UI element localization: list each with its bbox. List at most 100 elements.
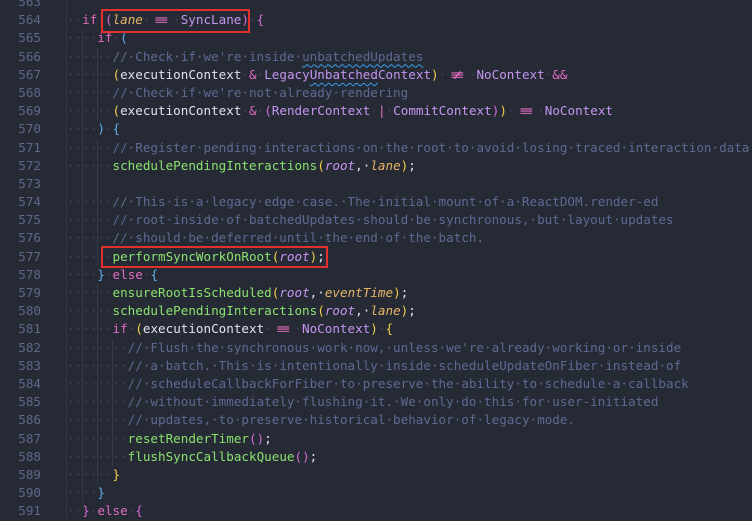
line-number[interactable]: 581 [0,320,41,338]
code-token: · [248,12,257,28]
code-line[interactable]: 580 ······schedulePendingInteractions(roo… [0,302,752,321]
code-line[interactable]: 589 ······} [0,465,752,485]
code-token: executionContext [120,103,242,119]
code-token: resetRenderTimer [127,430,249,446]
line-number[interactable]: 590 [0,484,41,502]
code-token: SyncLane [180,12,242,28]
line-number[interactable]: 566 [0,48,41,66]
line-number[interactable]: 583 [0,357,41,375]
code-line[interactable]: 577 ······performSyncWorkOnRoot(root); [0,247,752,266]
code-line[interactable]: 564 ··if·(lane· ≡ ·SyncLane)·{ [0,11,752,29]
code-line[interactable]: 576 ······//·should·be·deferred·until·the… [0,229,752,248]
code-line[interactable]: 566 ······//·Check·if·we're·inside·unbatc… [0,47,752,66]
code-editor[interactable]: 563 564 ··if·(lane· ≡ ·SyncLane)·{565 ····if·… [0,0,752,520]
code-line[interactable]: 574 ······//·This·is·a·legacy·edge·case.·… [0,193,752,212]
code-token: ; [408,157,416,173]
code-token: ,· [309,285,325,300]
code-token: ≡ [518,103,533,119]
code-line[interactable]: 573 [0,174,752,194]
line-number[interactable]: 578 [0,266,41,284]
line-number[interactable]: 579 [0,284,41,302]
line-number[interactable]: 574 [0,193,41,211]
code-token: { [112,121,121,137]
line-number[interactable]: 582 [0,339,41,357]
code-text: ········//·without·immediately·flushing·… [67,393,658,411]
code-text: ··}·else·{ [67,502,143,520]
line-number[interactable]: 564 [0,11,41,29]
code-token: schedulePendingInteractions [112,303,318,319]
code-token: //·root·inside·of·batchedUpdates·should·… [112,212,674,228]
code-line[interactable]: 565 ····if·( [0,29,752,48]
code-text: ······} [67,466,120,484]
line-number[interactable]: 575 [0,211,41,229]
code-line[interactable]: 584 ········//·scheduleCallbackForFiber·t… [0,374,752,394]
line-number[interactable]: 587 [0,430,41,448]
code-line[interactable]: 568 ······//·Check·if·we're·not·already·r… [0,83,752,103]
line-number[interactable]: 591 [0,502,41,520]
whitespace-dots: ······ [67,194,113,210]
line-number[interactable]: 584 [0,375,41,393]
whitespace-dots: ······ [67,303,113,319]
code-token: //·This·is·a·legacy·edge·case.·The·initi… [112,194,659,210]
code-line[interactable]: 575 ······//·root·inside·of·batchedUpdate… [0,211,752,230]
line-number[interactable]: 589 [0,466,41,484]
code-token: //·scheduleCallbackForFiber·to·preserve·… [127,375,689,391]
code-token: //·Flush·the·synchronous·work·now,·unles… [127,339,682,355]
code-line[interactable]: 578 ····}·else·{ [0,265,752,284]
code-token: //·should·be·deferred·until·the·end·of·t… [112,230,485,246]
line-number[interactable]: 573 [0,175,41,193]
code-text: ····)·{ [67,120,120,138]
line-number[interactable]: 563 [0,0,41,11]
code-line[interactable]: 581 ······if·(executionContext· ≡ ·NoContex… [0,320,752,339]
code-line[interactable]: 579 ······ensureRootIsScheduled(root,·eve… [0,284,752,303]
code-token: else [97,503,128,519]
code-line[interactable]: 571 ······//·Register·pending·interaction… [0,138,752,157]
code-line[interactable]: 585 ········//·without·immediately·flushi… [0,393,752,412]
code-text: ········//·scheduleCallbackForFiber·to·p… [67,375,689,393]
code-line[interactable]: 582 ········//·Flush·the·synchronous·work… [0,338,752,357]
line-number[interactable]: 568 [0,84,41,102]
line-number[interactable]: 588 [0,448,41,466]
whitespace-dots: ······ [67,285,113,300]
code-token: ,· [355,157,371,173]
code-line[interactable]: 570 ····)·{ [0,120,752,139]
whitespace-dots: ···· [67,485,98,501]
code-token: ( [249,430,257,446]
code-text: ······(executionContext·&·LegacyUnbatche… [67,66,567,84]
code-line[interactable]: 567 ······(executionContext·&·LegacyUnbat… [0,65,752,84]
code-line[interactable]: 591 ··}·else·{ [0,502,752,520]
code-token: lane [370,157,401,173]
code-line[interactable]: 590 ····} [0,484,752,503]
line-number[interactable]: 580 [0,302,41,320]
whitespace-dots: ······ [67,157,113,173]
line-number[interactable]: 585 [0,393,41,411]
code-text: ········//·updates,·to·preserve·historic… [67,411,575,429]
whitespace-dots: ······ [67,139,113,155]
gutter-divider [66,0,67,521]
code-line[interactable]: 583 ········//·a·batch.·This·is·intention… [0,356,752,375]
line-number[interactable]: 577 [0,248,41,266]
code-token: ( [135,321,143,337]
code-line[interactable]: 587 ········resetRenderTimer(); [0,429,752,448]
line-number[interactable]: 572 [0,157,41,175]
code-line[interactable]: 586 ········//·updates,·to·preserve·histo… [0,411,752,430]
code-text: ······ensureRootIsScheduled(root,·eventT… [67,284,408,302]
code-text: ······//·Check·if·we're·not·already·rend… [67,84,408,102]
line-number[interactable]: 570 [0,120,41,138]
line-number[interactable]: 576 [0,229,41,247]
line-number[interactable]: 567 [0,66,41,84]
code-line[interactable]: 572 ······schedulePendingInteractions(roo… [0,156,752,175]
code-token: //·Check·if·we're·not·already·rendering [112,84,409,100]
line-number[interactable]: 586 [0,411,41,429]
code-token: { [385,321,394,337]
code-token: ( [112,66,121,82]
code-line[interactable]: 563 [0,0,752,11]
code-line[interactable]: 588 ········flushSyncCallbackQueue(); [0,447,752,466]
code-line[interactable]: 569 ······(executionContext·&·(RenderCont… [0,102,752,121]
line-number[interactable]: 569 [0,102,41,120]
line-number[interactable]: 571 [0,139,41,157]
code-token: · [370,103,378,119]
code-token: NoContext [476,66,545,82]
line-number[interactable]: 565 [0,29,41,47]
whitespace-dots: ···· [67,30,98,46]
